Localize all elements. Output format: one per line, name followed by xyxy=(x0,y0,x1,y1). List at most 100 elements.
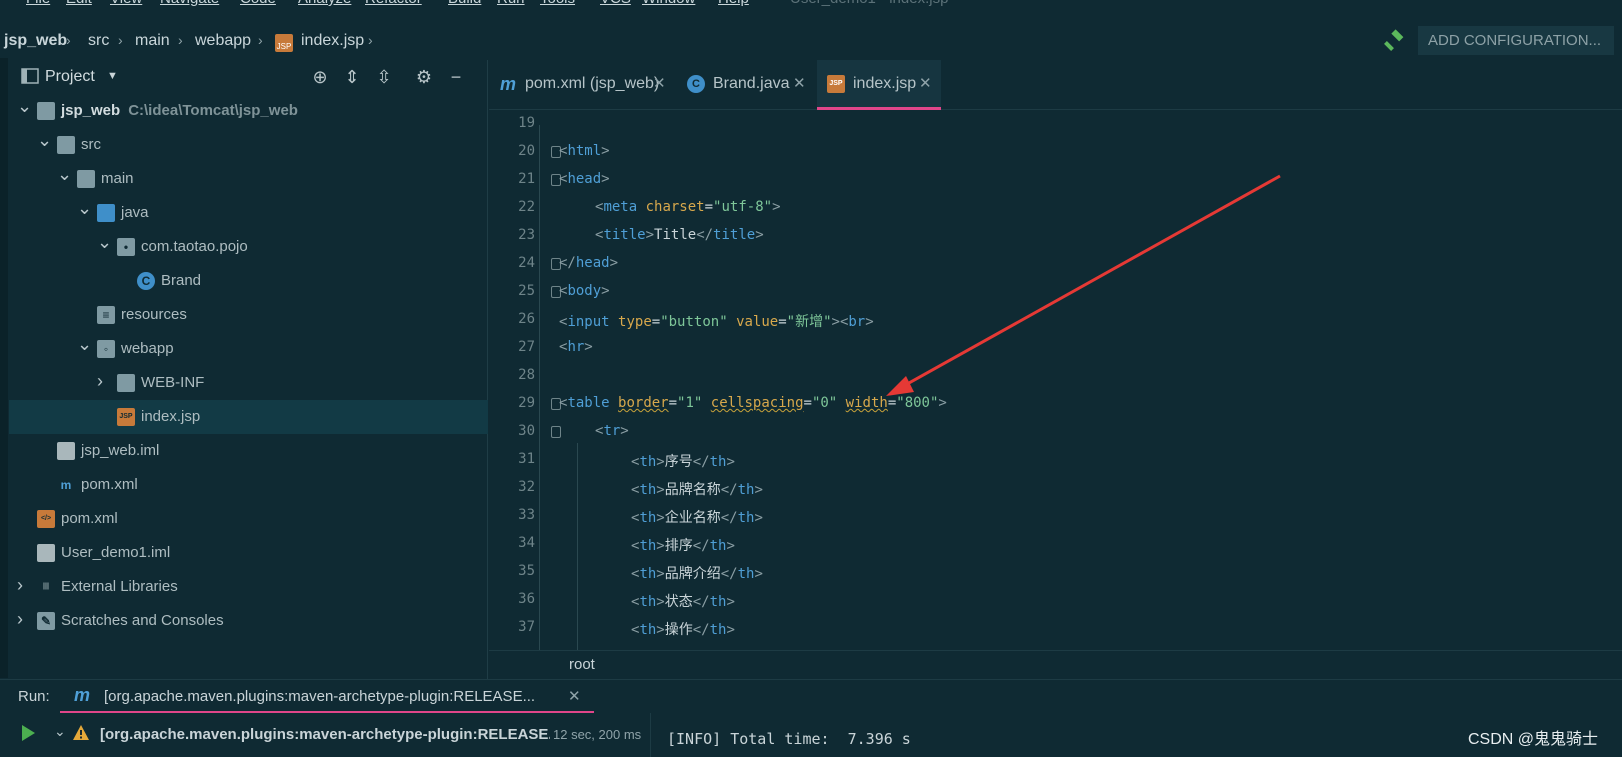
run-tab-label[interactable]: [org.apache.maven.plugins:maven-archetyp… xyxy=(104,688,535,705)
breadcrumb-item[interactable]: index.jsp xyxy=(301,32,364,50)
tree-item[interactable]: ⌄ main xyxy=(9,162,488,196)
menu-item-vcs[interactable]: VCS xyxy=(600,0,631,7)
chevron-down-icon[interactable]: ⌄ xyxy=(77,334,92,354)
indent-guide xyxy=(577,443,578,653)
chevron-down-icon[interactable]: ⌄ xyxy=(54,723,66,740)
chevron-down-icon[interactable]: ▼ xyxy=(107,70,118,82)
code-token: > xyxy=(726,594,735,610)
menu-item-build[interactable]: Build xyxy=(448,0,481,7)
code-token: "新增" xyxy=(786,314,832,330)
tree-item[interactable]: C Brand xyxy=(9,264,488,298)
code-token: th xyxy=(639,510,657,526)
code-editor[interactable]: 19 20 21 22 23 24 25 26 27 28 29 30 31 32 33 34 35 36 37 <… xyxy=(489,111,1622,655)
tree-item[interactable]: ⌄ jsp_web C:\idea\Tomcat\jsp_web xyxy=(9,94,488,128)
menu-item-tools[interactable]: Tools xyxy=(540,0,575,7)
code-token: > xyxy=(754,510,763,526)
chevron-down-icon[interactable]: ⌄ xyxy=(77,198,92,218)
menu-item-help[interactable]: Help xyxy=(718,0,749,7)
code-token: > xyxy=(656,538,665,554)
code-token: th xyxy=(737,510,755,526)
code-token: > xyxy=(755,227,764,243)
line-number: 21 xyxy=(518,171,535,187)
code-token: </ xyxy=(720,482,738,498)
locate-icon[interactable]: ⊕ xyxy=(309,66,331,88)
chevron-right-icon[interactable]: › xyxy=(97,371,111,391)
expand-all-icon[interactable]: ⇕ xyxy=(341,66,363,88)
project-panel-title[interactable]: Project xyxy=(45,68,95,86)
minimize-icon[interactable]: − xyxy=(445,66,467,88)
code-token: th xyxy=(737,482,755,498)
menu-item-window[interactable]: Window xyxy=(642,0,695,7)
code-token: th xyxy=(639,538,657,554)
chevron-right-icon[interactable]: › xyxy=(17,575,31,595)
code-token: "utf-8" xyxy=(713,199,773,215)
code-line: <body> xyxy=(559,283,610,299)
code-token: th xyxy=(639,454,657,470)
chevron-right-icon: › xyxy=(178,32,183,48)
tree-item[interactable]: › ✎ Scratches and Consoles xyxy=(9,604,488,638)
chevron-down-icon[interactable]: ⌄ xyxy=(97,232,112,252)
chevron-right-icon[interactable]: › xyxy=(17,609,31,629)
run-duration: 12 sec, 200 ms xyxy=(553,727,642,742)
code-token: input xyxy=(567,314,610,330)
tab-index-jsp[interactable]: JSP index.jsp ✕ xyxy=(817,60,941,110)
tree-item[interactable]: jsp_web.iml xyxy=(9,434,488,468)
jsp-file-icon: JSP xyxy=(117,408,135,426)
tree-item[interactable]: ⌄ ◦ webapp xyxy=(9,332,488,366)
close-icon[interactable]: ✕ xyxy=(653,74,666,92)
run-tab[interactable]: m [org.apache.maven.plugins:maven-archet… xyxy=(60,680,594,714)
play-icon[interactable] xyxy=(22,725,35,741)
tree-item-label: WEB-INF xyxy=(141,374,205,391)
tree-item[interactable]: JSP index.jsp xyxy=(9,400,488,434)
tab-pom-xml[interactable]: m pom.xml (jsp_web) ✕ xyxy=(489,60,675,110)
menu-item-analyze[interactable]: Analyze xyxy=(298,0,351,7)
line-number: 31 xyxy=(518,451,535,467)
editor-breadcrumb-root[interactable]: root xyxy=(569,656,595,673)
menu-item-code[interactable]: Code xyxy=(240,0,276,7)
close-icon[interactable]: ✕ xyxy=(568,687,581,705)
hammer-icon[interactable] xyxy=(1384,29,1406,51)
chevron-right-icon: › xyxy=(368,32,373,48)
tree-item[interactable]: ⌄ • com.taotao.pojo xyxy=(9,230,488,264)
code-token: > xyxy=(601,283,610,299)
tree-item[interactable]: ⌄ java xyxy=(9,196,488,230)
chevron-down-icon[interactable]: ⌄ xyxy=(37,130,52,150)
code-token: html xyxy=(567,143,602,159)
menu-item-view[interactable]: View xyxy=(110,0,142,7)
tab-brand-java[interactable]: C Brand.java ✕ xyxy=(677,60,815,110)
menu-item-edit[interactable]: Edit xyxy=(66,0,92,7)
menu-item-run[interactable]: Run xyxy=(497,0,525,7)
chevron-down-icon[interactable]: ⌄ xyxy=(57,164,72,184)
close-icon[interactable]: ✕ xyxy=(919,74,932,92)
breadcrumb-item[interactable]: main xyxy=(135,32,170,50)
tree-item[interactable]: User_demo1.iml xyxy=(9,536,488,570)
tree-item[interactable]: › ||| External Libraries xyxy=(9,570,488,604)
fold-icon[interactable] xyxy=(551,426,561,438)
collapse-all-icon[interactable]: ⇳ xyxy=(373,66,395,88)
menu-item-navigate[interactable]: Navigate xyxy=(160,0,219,7)
tree-item[interactable]: ≡ resources xyxy=(9,298,488,332)
tree-item[interactable]: m pom.xml xyxy=(9,468,488,502)
line-number: 32 xyxy=(518,479,535,495)
code-token: </ xyxy=(692,622,710,638)
tree-item[interactable]: › WEB-INF xyxy=(9,366,488,400)
gear-icon[interactable]: ⚙ xyxy=(413,66,435,88)
breadcrumb-item[interactable]: src xyxy=(88,32,109,50)
breadcrumb-item[interactable]: webapp xyxy=(195,32,251,50)
close-icon[interactable]: ✕ xyxy=(793,74,806,92)
menu-item-file[interactable]: File xyxy=(26,0,50,7)
line-number: 23 xyxy=(518,227,535,243)
code-token: title xyxy=(603,227,646,243)
breadcrumb-item[interactable]: jsp_web xyxy=(4,32,67,50)
chevron-down-icon[interactable]: ⌄ xyxy=(17,96,32,116)
run-task-label[interactable]: [org.apache.maven.plugins:maven-archetyp… xyxy=(100,726,550,743)
tree-item[interactable]: </> pom.xml xyxy=(9,502,488,536)
tree-item[interactable]: ⌄ src xyxy=(9,128,488,162)
menu-item-refactor[interactable]: Refactor xyxy=(365,0,422,7)
line-number: 20 xyxy=(518,143,535,159)
add-configuration-button[interactable]: ADD CONFIGURATION... xyxy=(1418,26,1614,55)
scratches-icon: ✎ xyxy=(37,612,55,630)
